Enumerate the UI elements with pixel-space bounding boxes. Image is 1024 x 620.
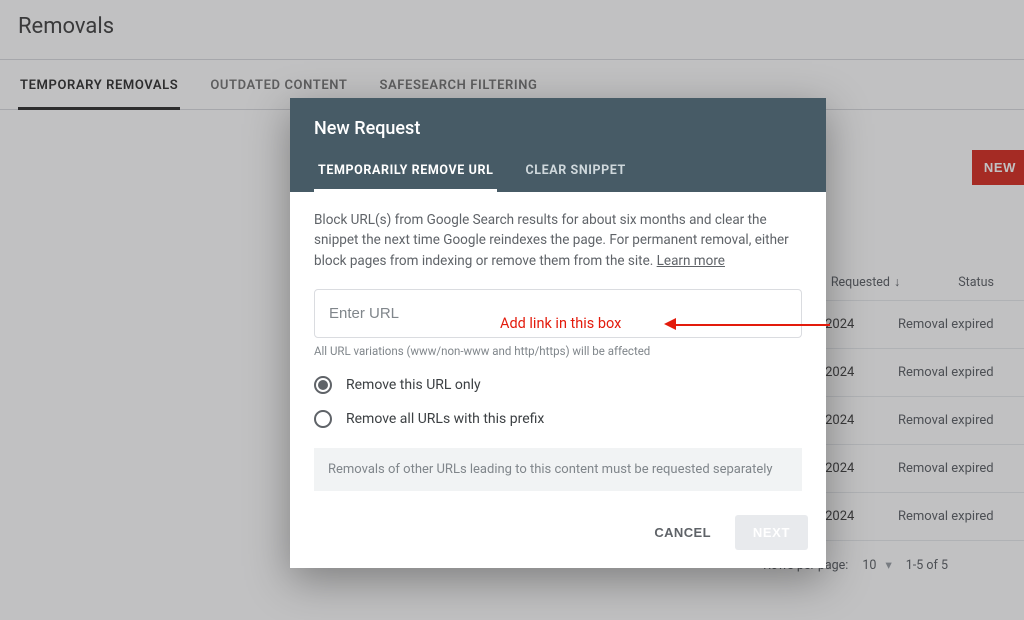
new-request-dialog: New Request TEMPORARILY REMOVE URL CLEAR… [290, 98, 826, 568]
dialog-tabs: TEMPORARILY REMOVE URL CLEAR SNIPPET [314, 163, 802, 192]
dialog-notice: Removals of other URLs leading to this c… [314, 448, 802, 491]
tab-clear-snippet[interactable]: CLEAR SNIPPET [521, 163, 629, 192]
dialog-header: New Request TEMPORARILY REMOVE URL CLEAR… [290, 98, 826, 192]
cancel-button[interactable]: CANCEL [640, 515, 725, 550]
dialog-body: Block URL(s) from Google Search results … [290, 192, 826, 501]
radio-icon [314, 376, 332, 394]
url-hint: All URL variations (www/non-www and http… [314, 344, 802, 358]
option-remove-this-url-only[interactable]: Remove this URL only [314, 376, 802, 394]
tab-temporarily-remove-url[interactable]: TEMPORARILY REMOVE URL [314, 163, 497, 192]
next-button[interactable]: NEXT [735, 515, 808, 550]
url-input[interactable] [314, 289, 802, 338]
dialog-actions: CANCEL NEXT [290, 501, 826, 568]
learn-more-link[interactable]: Learn more [657, 253, 725, 269]
radio-icon [314, 410, 332, 428]
dialog-title: New Request [314, 118, 802, 139]
option-label: Remove all URLs with this prefix [346, 411, 544, 427]
removal-scope-options: Remove this URL only Remove all URLs wit… [314, 376, 802, 428]
option-label: Remove this URL only [346, 377, 481, 393]
dialog-description: Block URL(s) from Google Search results … [314, 210, 802, 271]
option-remove-prefix[interactable]: Remove all URLs with this prefix [314, 410, 802, 428]
